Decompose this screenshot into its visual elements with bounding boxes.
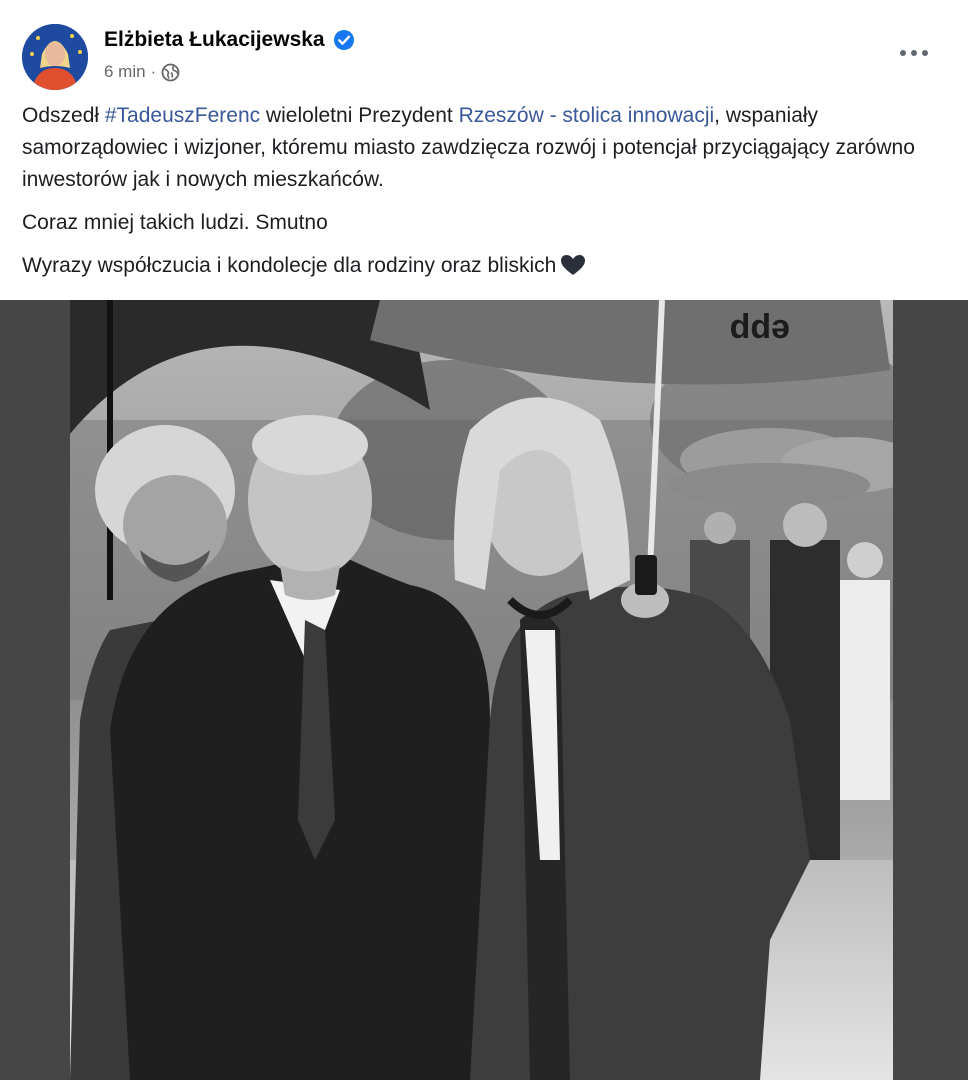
meta-separator: · [150, 62, 157, 81]
text-fragment: Wyrazy współczucia i kondolecje dla rodz… [22, 254, 557, 277]
verified-badge-icon [333, 29, 355, 51]
photo-illustration: epp [70, 300, 893, 1080]
page-mention-link[interactable]: Rzeszów - stolica innowacji [459, 104, 715, 127]
post-paragraph-3: Wyrazy współczucia i kondolecje dla rodz… [22, 250, 952, 282]
black-heart-icon [560, 254, 586, 276]
post-photo[interactable]: epp [70, 300, 893, 1080]
post-header: Elżbieta Łukacijewska 6 min · [0, 0, 968, 100]
text-fragment: Odszedł [22, 104, 105, 127]
umbrella-print: epp [730, 312, 790, 350]
post-meta: 6 min · [104, 62, 180, 82]
text-fragment: wieloletni Prezydent [260, 104, 459, 127]
hashtag-link[interactable]: #TadeuszFerenc [105, 104, 260, 127]
post-time[interactable]: 6 min [104, 62, 146, 82]
author-line: Elżbieta Łukacijewska [104, 28, 355, 52]
post-paragraph-2: Coraz mniej takich ludzi. Smutno [22, 211, 328, 234]
author-avatar[interactable] [22, 24, 88, 90]
post-card: Elżbieta Łukacijewska 6 min · Odszedł #T… [0, 0, 968, 1080]
post-paragraph-1: Odszedł #TadeuszFerenc wieloletni Prezyd… [22, 100, 952, 196]
post-text: Odszedł #TadeuszFerenc wieloletni Prezyd… [22, 100, 952, 293]
globe-icon[interactable] [161, 63, 180, 82]
more-options-icon[interactable] [894, 38, 934, 68]
post-photo-container[interactable]: epp [0, 300, 968, 1080]
author-name[interactable]: Elżbieta Łukacijewska [104, 28, 325, 52]
